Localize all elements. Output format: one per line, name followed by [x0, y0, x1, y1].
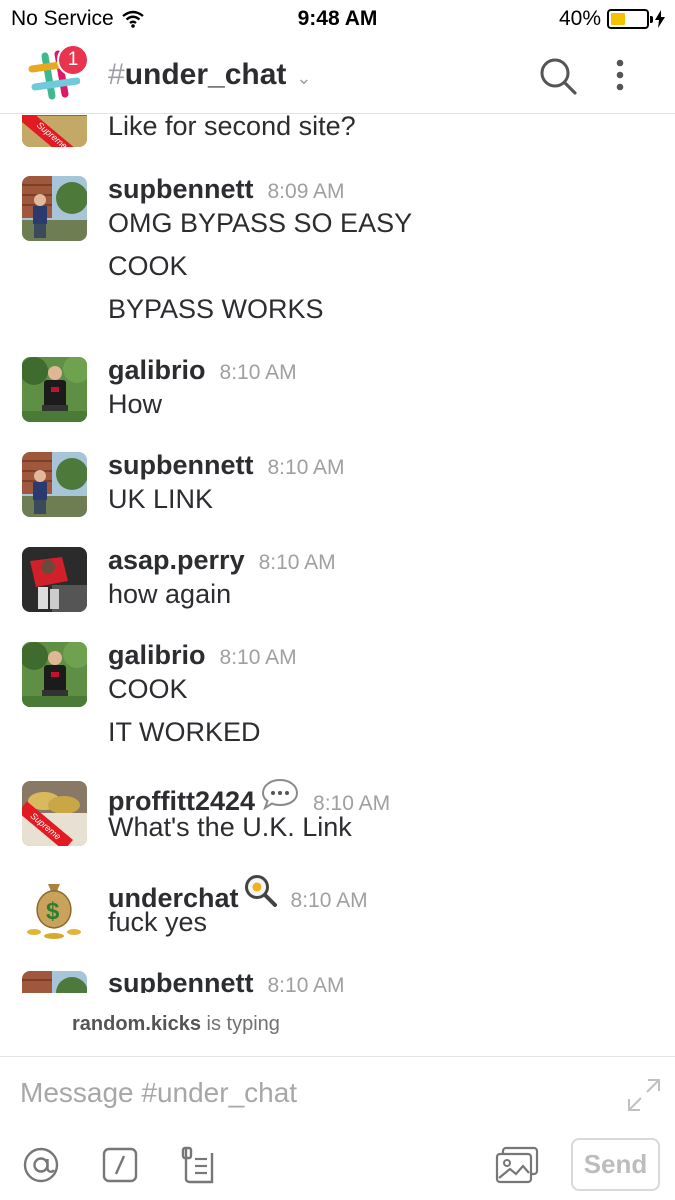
message-text: What's the U.K. Link [108, 812, 352, 842]
avatar[interactable] [22, 971, 87, 993]
avatar[interactable] [22, 176, 87, 241]
search-icon[interactable] [538, 56, 578, 96]
message-text: BYPASS WORKS [108, 294, 324, 324]
message-text: How [108, 389, 163, 419]
notification-badge: 1 [57, 44, 89, 76]
channel-title[interactable]: # under_chat ⌄ [108, 58, 312, 92]
timestamp: 8:10 AM [258, 551, 336, 574]
avatar[interactable]: Supreme [22, 115, 87, 147]
mention-icon[interactable] [21, 1145, 61, 1185]
message-text: how again [108, 579, 232, 609]
speech-bubble-icon [262, 778, 299, 810]
timestamp: 8:10 AM [267, 974, 345, 993]
message-text: IT WORKED [108, 717, 261, 747]
timestamp: 8:09 AM [267, 180, 345, 203]
username[interactable]: supbennett [108, 968, 254, 993]
timestamp: 8:10 AM [219, 361, 297, 384]
typing-user: random.kicks [72, 1013, 201, 1035]
avatar[interactable] [22, 357, 87, 422]
username[interactable]: asap.perry [108, 545, 245, 576]
typing-text: is typing [200, 1013, 280, 1035]
message-composer: Send [0, 1056, 675, 1200]
timestamp: 8:10 AM [290, 889, 368, 912]
avatar[interactable]: Supreme [22, 781, 87, 846]
message-text: COOK [108, 251, 188, 281]
photo-upload-icon[interactable] [494, 1145, 540, 1185]
avatar[interactable] [22, 547, 87, 612]
battery-icon [607, 9, 653, 29]
battery-percent: 40% [558, 7, 601, 30]
expand-icon[interactable] [626, 1077, 662, 1113]
avatar[interactable]: $ [22, 876, 87, 941]
message-list[interactable]: Supreme Like for second site? supbennett… [0, 115, 675, 993]
frying-pan-egg-icon [244, 875, 277, 907]
message-text: fuck yes [108, 907, 208, 937]
timestamp: 8:10 AM [267, 456, 345, 479]
chevron-down-icon: ⌄ [296, 68, 312, 88]
username[interactable]: galibrio [108, 640, 206, 671]
timestamp: 8:10 AM [219, 646, 297, 669]
snippet-icon[interactable] [178, 1145, 218, 1185]
avatar[interactable] [22, 642, 87, 707]
more-options-icon[interactable] [605, 58, 635, 94]
slash-command-icon[interactable] [100, 1145, 140, 1185]
message-text: OMG BYPASS SO EASY [108, 208, 413, 238]
username[interactable]: supbennett [108, 450, 254, 481]
status-bar: No Service 9:48 AM 40% [0, 0, 675, 38]
battery-fill [611, 13, 625, 25]
typing-indicator: random.kicks is typing [72, 1013, 280, 1036]
avatar[interactable] [22, 452, 87, 517]
message-text: UK LINK [108, 484, 214, 514]
svg-text:$: $ [46, 898, 60, 925]
channel-header: 1 # under_chat ⌄ [0, 38, 675, 114]
message-text: COOK [108, 674, 188, 704]
status-right: 40% [559, 7, 665, 31]
channel-name: under_chat [124, 58, 287, 91]
message-input[interactable] [20, 1077, 610, 1109]
channel-hash: # [108, 58, 125, 91]
message-text: Like for second site? [108, 115, 356, 141]
charging-bolt-icon [655, 10, 665, 28]
send-button[interactable]: Send [571, 1138, 660, 1191]
username[interactable]: galibrio [108, 355, 206, 386]
username[interactable]: supbennett [108, 174, 254, 205]
